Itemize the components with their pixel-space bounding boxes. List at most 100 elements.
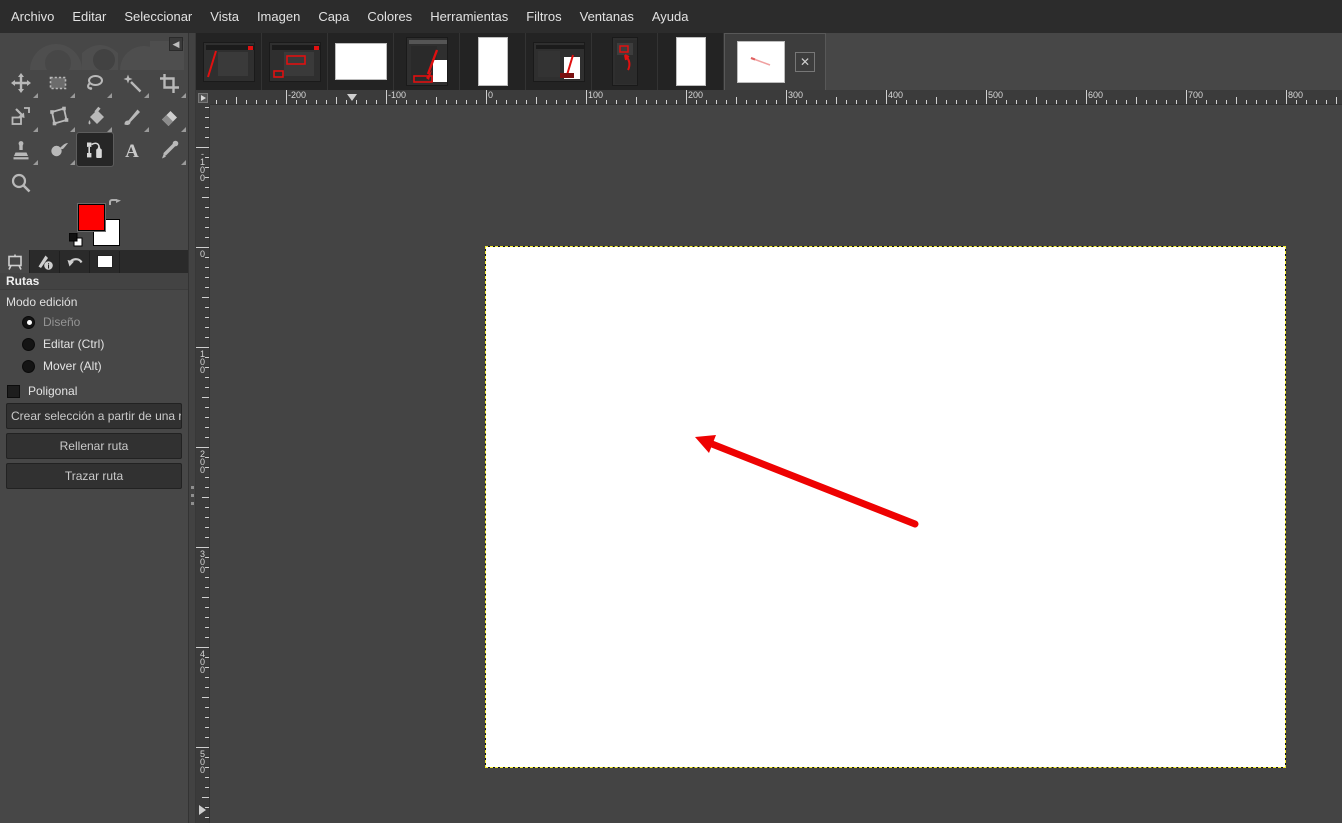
ruler-position-marker [347,94,357,101]
smudge-tool[interactable] [40,133,76,166]
fill-path-button[interactable]: Rellenar ruta [6,433,182,459]
menu-ayuda[interactable]: Ayuda [643,0,698,33]
tool-group-indicator [181,127,186,132]
radio-row-1[interactable]: Editar (Ctrl) [0,333,188,355]
poligonal-checkbox[interactable] [7,385,20,398]
canvas[interactable] [486,247,1285,767]
menu-filtros[interactable]: Filtros [517,0,570,33]
dock-tab-undo-history[interactable] [60,251,90,273]
crop-tool[interactable] [151,66,187,99]
radio-label: Diseño [43,315,80,329]
tool-options-panel: Rutas Modo edición Diseño Editar (Ctrl) … [0,273,188,823]
tool-group-indicator [181,160,186,165]
menu-capa[interactable]: Capa [309,0,358,33]
rect-select-tool[interactable] [40,66,76,99]
vertical-ruler[interactable]: -1000100200300400500 [196,105,210,823]
menu-archivo[interactable]: Archivo [2,0,63,33]
hruler-label: 500 [988,90,1003,100]
hruler-label: 100 [588,90,603,100]
radio-button[interactable] [22,360,35,373]
hruler-label: 700 [1188,90,1203,100]
dock-tab-bar: i [0,250,188,273]
cage-transform-tool[interactable] [40,100,76,133]
canvas-viewport[interactable] [210,105,1342,823]
tool-group-indicator [144,93,149,98]
radio-row-2[interactable]: Mover (Alt) [0,355,188,377]
color-picker-tool[interactable] [151,133,187,166]
image-tab-1[interactable] [196,33,262,90]
hruler-label: 800 [1288,90,1303,100]
radio-button[interactable] [22,316,35,329]
paths-tool[interactable] [77,133,113,166]
text-tool[interactable]: A [114,133,150,166]
image-tab-6[interactable] [526,33,592,90]
hruler-label: 600 [1088,90,1103,100]
image-tab-4[interactable] [394,33,460,90]
color-picker-icon [158,139,180,161]
swap-colors-icon[interactable] [107,199,123,213]
red-arrow-drawing [486,247,1285,767]
create-selection-from-path-button[interactable]: Crear selección a partir de una ru [6,403,182,429]
close-tab-icon[interactable]: ✕ [795,52,815,72]
image-thumbnail [676,37,706,86]
menu-colores[interactable]: Colores [358,0,421,33]
image-tab-3[interactable] [328,33,394,90]
horizontal-ruler[interactable]: -200-1000100200300400500600700800 [210,90,1342,105]
image-preview-icon [96,253,114,271]
wilber-logo-watermark [0,33,188,70]
panel-title: Rutas [0,273,188,290]
fuzzy-select-tool[interactable] [114,66,150,99]
image-tab-9[interactable]: ✕ [724,33,826,90]
smudge-icon [47,139,69,161]
image-thumbnail [737,41,785,83]
move-icon [10,72,32,94]
hruler-label: 300 [788,90,803,100]
image-tab-5[interactable] [460,33,526,90]
panel-divider[interactable] [188,33,196,823]
text-icon: A [121,139,143,161]
hruler-label: -200 [288,90,306,100]
tool-group-indicator [70,127,75,132]
hruler-label: 400 [888,90,903,100]
radio-label: Editar (Ctrl) [43,337,104,351]
tool-group-indicator [107,93,112,98]
image-tab-8[interactable] [658,33,724,90]
device-status-icon: i [36,253,54,271]
dock-tab-tool-options[interactable] [0,250,30,273]
default-colors-icon[interactable] [69,233,83,247]
transform-tool[interactable] [3,100,39,133]
tool-group-indicator [181,93,186,98]
foreground-color-swatch[interactable] [78,204,105,231]
transform-icon [10,105,32,127]
menu-vista[interactable]: Vista [201,0,248,33]
vruler-label: 500 [198,750,207,774]
dock-tab-device-status[interactable]: i [30,251,60,273]
toolbox-panel: A i ◀ Rutas Modo edición Diseño Editar (… [0,33,188,823]
radio-button[interactable] [22,338,35,351]
radio-row-0[interactable]: Diseño [0,311,188,333]
tool-group-indicator [33,127,38,132]
dock-collapse-button[interactable]: ◀ [169,37,183,51]
image-tab-7[interactable] [592,33,658,90]
zoom-tool[interactable] [3,167,39,200]
paths-icon [84,139,106,161]
clone-tool[interactable] [3,133,39,166]
menu-editar[interactable]: Editar [63,0,115,33]
bucket-fill-tool[interactable] [77,100,113,133]
menu-herramientas[interactable]: Herramientas [421,0,517,33]
stroke-path-button[interactable]: Trazar ruta [6,463,182,489]
free-select-tool[interactable] [77,66,113,99]
poligonal-checkbox-row[interactable]: Poligonal [0,380,188,402]
image-tab-2[interactable] [262,33,328,90]
dock-tab-image-preview[interactable] [90,251,120,273]
eraser-tool[interactable] [151,100,187,133]
radio-label: Mover (Alt) [43,359,102,373]
menu-ventanas[interactable]: Ventanas [571,0,643,33]
image-thumbnail [533,42,585,82]
paintbrush-tool[interactable] [114,100,150,133]
menu-seleccionar[interactable]: Seleccionar [115,0,201,33]
move-tool[interactable] [3,66,39,99]
menu-imagen[interactable]: Imagen [248,0,309,33]
menu-arrow-icon[interactable] [198,93,208,103]
tool-group-indicator [70,93,75,98]
